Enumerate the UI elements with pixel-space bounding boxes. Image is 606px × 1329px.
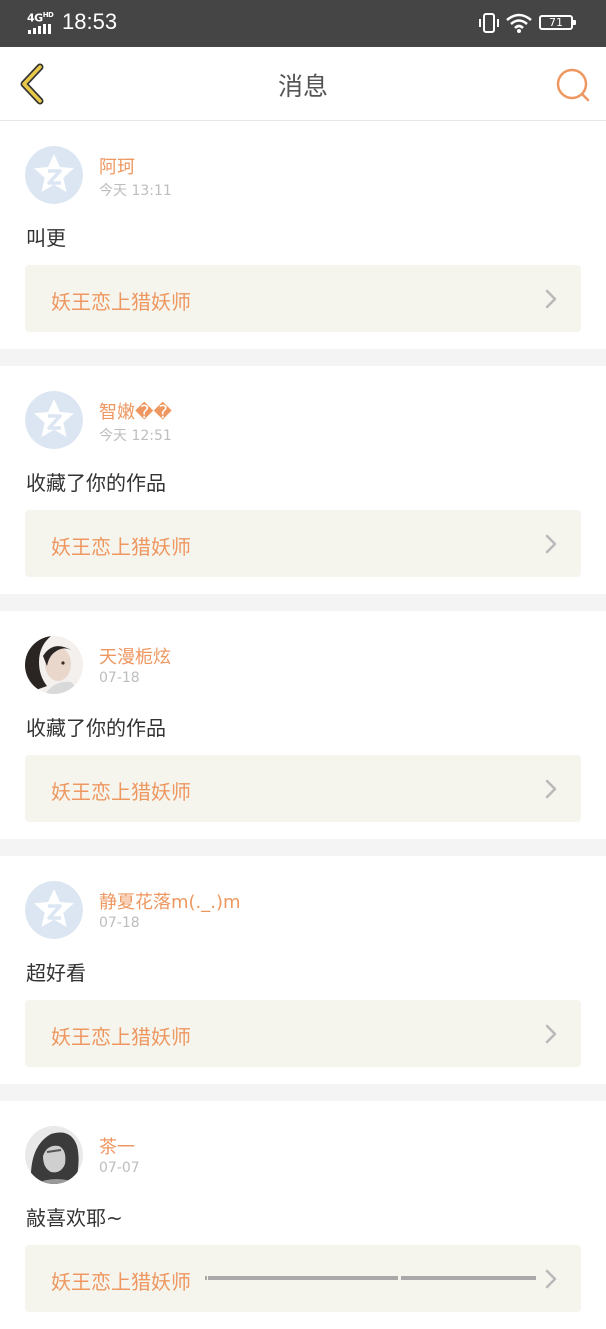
message-time: 07-18 <box>99 670 140 686</box>
divider <box>0 1084 606 1101</box>
user-name[interactable]: 天漫栀炫 <box>99 643 171 669</box>
network-indicator: 4GHD <box>27 11 54 25</box>
message-item: 静夏花落m(._.)m 07-18 超好看 妖王恋上猎妖师 <box>0 856 606 1084</box>
default-avatar-icon <box>25 146 83 204</box>
portrait-avatar-image <box>25 636 83 694</box>
message-text: 收藏了你的作品 <box>26 716 166 740</box>
scroll-indicator <box>205 1276 207 1280</box>
message-time: 07-18 <box>99 915 140 931</box>
work-link[interactable]: 妖王恋上猎妖师 <box>25 755 581 822</box>
divider <box>0 839 606 856</box>
chevron-right-icon <box>545 289 557 309</box>
work-title: 妖王恋上猎妖师 <box>51 290 191 314</box>
message-text: 叫更 <box>26 226 66 250</box>
message-time: 今天 13:11 <box>99 183 172 199</box>
avatar[interactable] <box>25 881 83 939</box>
page-title: 消息 <box>277 72 328 101</box>
message-item: 茶一 07-07 敲喜欢耶~ 妖王恋上猎妖师 <box>0 1101 606 1329</box>
vibrate-icon <box>479 13 499 33</box>
signal-icon <box>28 24 54 34</box>
message-list: 阿珂 今天 13:11 叫更 妖王恋上猎妖师 智嫩�� 今天 12:51 收藏了… <box>0 121 606 1329</box>
default-avatar-icon <box>25 881 83 939</box>
scroll-indicator <box>208 1276 398 1280</box>
chevron-right-icon <box>545 779 557 799</box>
user-name[interactable]: 智嫩�� <box>99 398 172 424</box>
chevron-right-icon <box>545 1269 557 1289</box>
battery-indicator: 71 <box>539 15 576 30</box>
wifi-icon <box>506 13 532 33</box>
scroll-indicator <box>401 1276 536 1280</box>
nav-bar: 消息 <box>0 47 606 121</box>
user-name[interactable]: 静夏花落m(._.)m <box>99 888 241 914</box>
work-link[interactable]: 妖王恋上猎妖师 <box>25 510 581 577</box>
message-text: 收藏了你的作品 <box>26 471 166 495</box>
status-bar: 4GHD 18:53 71 <box>0 0 606 47</box>
message-text: 敲喜欢耶~ <box>26 1206 123 1230</box>
work-link[interactable]: 妖王恋上猎妖师 <box>25 1000 581 1067</box>
avatar[interactable] <box>25 636 83 694</box>
divider <box>0 594 606 611</box>
message-text: 超好看 <box>26 961 86 985</box>
avatar[interactable] <box>25 146 83 204</box>
search-button[interactable] <box>554 66 592 104</box>
work-title: 妖王恋上猎妖师 <box>51 1025 191 1049</box>
user-name[interactable]: 阿珂 <box>99 153 135 179</box>
message-item: 智嫩�� 今天 12:51 收藏了你的作品 妖王恋上猎妖师 <box>0 366 606 594</box>
avatar[interactable] <box>25 1126 83 1184</box>
default-avatar-icon <box>25 391 83 449</box>
work-title: 妖王恋上猎妖师 <box>51 780 191 804</box>
work-title: 妖王恋上猎妖师 <box>51 535 191 559</box>
message-item: 阿珂 今天 13:11 叫更 妖王恋上猎妖师 <box>0 121 606 349</box>
divider <box>0 349 606 366</box>
work-title: 妖王恋上猎妖师 <box>51 1270 191 1294</box>
sketch-avatar-image <box>25 1126 83 1184</box>
status-time: 18:53 <box>62 9 118 34</box>
user-name[interactable]: 茶一 <box>99 1133 135 1159</box>
chevron-right-icon <box>545 1024 557 1044</box>
chevron-right-icon <box>545 534 557 554</box>
message-time: 今天 12:51 <box>99 428 172 444</box>
message-time: 07-07 <box>99 1160 140 1176</box>
work-link[interactable]: 妖王恋上猎妖师 <box>25 265 581 332</box>
message-item: 天漫栀炫 07-18 收藏了你的作品 妖王恋上猎妖师 <box>0 611 606 839</box>
avatar[interactable] <box>25 391 83 449</box>
